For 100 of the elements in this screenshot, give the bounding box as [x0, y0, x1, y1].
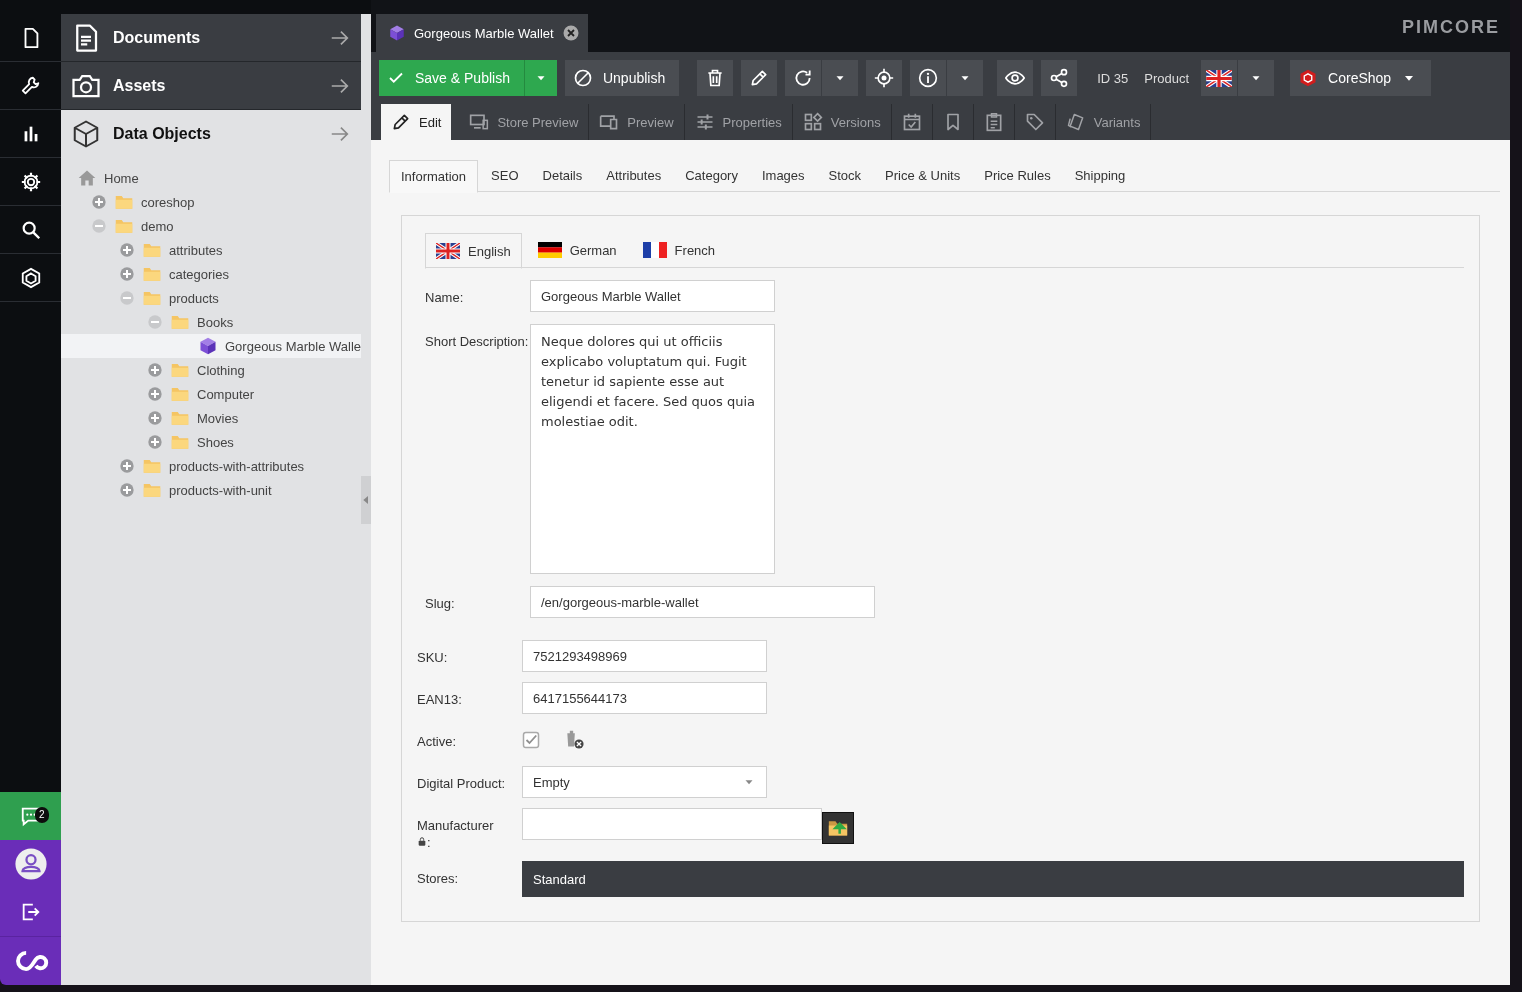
tree-row[interactable]: products — [61, 286, 361, 310]
clear-icon[interactable] — [564, 729, 584, 749]
input-field[interactable]: 7521293498969 — [522, 640, 767, 672]
tree-item-label: attributes — [169, 242, 223, 258]
cube-icon — [388, 24, 406, 42]
locate-button[interactable] — [866, 60, 903, 96]
tree-item-label: Books — [197, 314, 234, 330]
notification-badge: 2 — [35, 807, 49, 823]
section-tab[interactable]: Information — [389, 160, 479, 193]
language-tab[interactable]: English — [425, 233, 522, 269]
delete-button[interactable] — [697, 60, 734, 96]
unpublish-button[interactable]: Unpublish — [564, 60, 680, 96]
expand-icon[interactable] — [147, 410, 163, 426]
reload-button[interactable] — [785, 60, 822, 96]
store-button[interactable]: CoreShop — [1290, 60, 1432, 96]
label-colon: : — [427, 835, 431, 850]
expand-icon[interactable] — [147, 434, 163, 450]
panel-header[interactable]: Assets — [61, 62, 361, 110]
field-label: Slug: — [425, 595, 456, 612]
tree-row[interactable]: Shoes — [61, 430, 361, 454]
tree-item-label: Shoes — [197, 434, 234, 450]
section-tab[interactable]: Images — [750, 160, 816, 191]
section-tab[interactable]: Stock — [817, 160, 873, 191]
tree-row[interactable]: Computer — [61, 382, 361, 406]
slug-field[interactable]: /en/gorgeous-marble-wallet — [530, 586, 875, 618]
folder-icon — [142, 481, 162, 499]
field-label: Active: — [417, 733, 457, 750]
section-tab[interactable]: Attributes — [595, 160, 673, 191]
upload-button[interactable] — [822, 812, 854, 844]
language-tab[interactable]: French — [632, 233, 726, 267]
calendar-icon — [901, 112, 922, 132]
section-tab[interactable]: Category — [674, 160, 749, 191]
view-button[interactable] — [997, 60, 1034, 96]
rename-button[interactable] — [741, 60, 778, 96]
object-id: ID 35 — [1096, 70, 1130, 86]
view-tab[interactable]: Store Preview — [459, 104, 590, 140]
folder-icon — [170, 361, 190, 379]
expand-icon[interactable] — [91, 194, 107, 210]
view-tab[interactable]: Properties — [684, 104, 793, 140]
document-tab[interactable]: Gorgeous Marble Wallet — [376, 14, 588, 52]
section-tab[interactable]: Price Rules — [973, 160, 1062, 191]
close-icon[interactable] — [561, 24, 580, 42]
section-tab[interactable]: SEO — [480, 160, 530, 191]
checkbox[interactable] — [522, 731, 540, 749]
reload-icon — [793, 68, 814, 88]
select-field[interactable]: Empty — [522, 766, 767, 798]
language-tab[interactable]: German — [527, 233, 627, 267]
expand-icon[interactable] — [147, 362, 163, 378]
input-field[interactable]: 6417155644173 — [522, 682, 767, 714]
expand-icon[interactable] — [119, 482, 135, 498]
flag-icon — [1206, 69, 1233, 87]
tree-item-label: demo — [141, 218, 174, 234]
view-tab[interactable]: Variants — [1055, 104, 1152, 140]
description-field[interactable]: Neque dolores qui ut officiis explicabo voluptatum qui. Fugit tenetur id sapiente esse aut eligendi et facere. Sed quos quia molestiae odit. — [530, 324, 775, 574]
input-field[interactable]: Gorgeous Marble Wallet — [530, 280, 775, 312]
wrench-icon[interactable] — [19, 74, 42, 97]
tree-row[interactable]: products-with-unit — [61, 478, 361, 502]
grid-icon — [802, 112, 823, 132]
section-tab[interactable]: Shipping — [1063, 160, 1137, 191]
panel-header[interactable]: Documents — [61, 14, 361, 62]
tree-row[interactable]: attributes — [61, 238, 361, 262]
flag-icon — [537, 242, 562, 258]
settings-icon[interactable] — [19, 170, 42, 193]
tree-row[interactable]: categories — [61, 262, 361, 286]
relation-field[interactable] — [522, 808, 822, 840]
tree-row[interactable]: Clothing — [61, 358, 361, 382]
hexagon-icon[interactable] — [19, 266, 42, 289]
tree-row[interactable]: Gorgeous Marble Walle — [61, 334, 361, 358]
notifications-button[interactable]: 2 — [0, 792, 61, 840]
view-tab[interactable]: Edit — [381, 104, 452, 140]
folder-icon — [170, 385, 190, 403]
cube-icon — [198, 336, 218, 356]
pimcore-logo: PIMCORE — [1402, 17, 1500, 38]
monitor-icon — [469, 112, 490, 132]
collapse-handle[interactable] — [361, 476, 371, 524]
expand-icon[interactable] — [119, 242, 135, 258]
expand-icon[interactable] — [119, 458, 135, 474]
tree-row[interactable]: demo — [61, 214, 361, 238]
tree-row[interactable]: Home — [61, 166, 361, 190]
share-button[interactable] — [1041, 60, 1078, 96]
view-tab[interactable]: Preview — [589, 104, 685, 140]
folder-icon — [142, 289, 162, 307]
tree-row[interactable]: coreshop — [61, 190, 361, 214]
info-button[interactable] — [910, 60, 947, 96]
tree-row[interactable]: Books — [61, 310, 361, 334]
field-label: Manufacturer — [417, 818, 494, 833]
user-avatar-icon[interactable] — [13, 847, 48, 881]
folder-icon — [170, 433, 190, 451]
tree-row[interactable]: products-with-attributes — [61, 454, 361, 478]
language-button[interactable] — [1201, 60, 1238, 96]
expand-icon[interactable] — [119, 266, 135, 282]
store-option[interactable]: Standard — [522, 861, 1464, 897]
section-tab[interactable]: Details — [531, 160, 594, 191]
folder-icon — [114, 217, 134, 235]
cards-icon — [1065, 112, 1086, 132]
expand-icon[interactable] — [147, 386, 163, 402]
section-tab[interactable]: Price & Units — [874, 160, 972, 191]
tree-row[interactable]: Movies — [61, 406, 361, 430]
panel-title: Assets — [113, 76, 167, 95]
view-tab[interactable]: Versions — [792, 104, 892, 140]
